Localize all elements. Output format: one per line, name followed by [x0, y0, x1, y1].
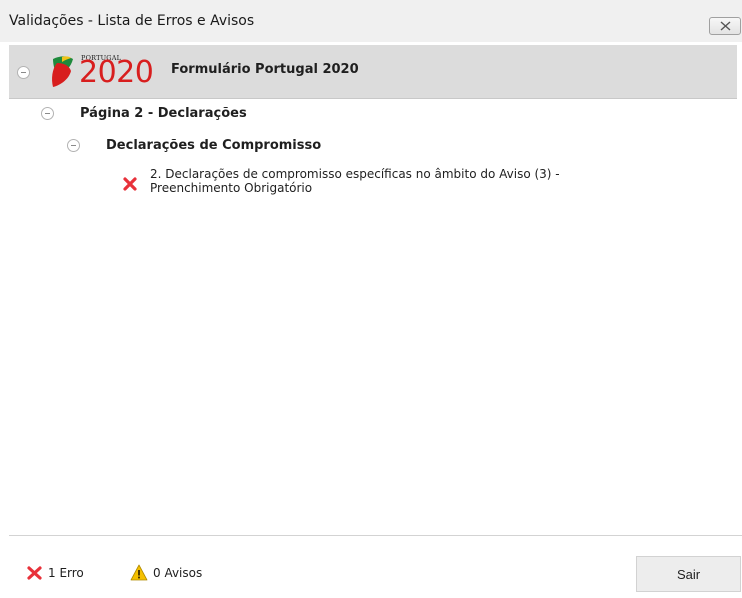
- close-button[interactable]: [709, 17, 741, 35]
- error-x-icon: [27, 566, 42, 580]
- title-bar[interactable]: Validações - Lista de Erros e Avisos: [0, 0, 742, 42]
- collapse-toggle-icon[interactable]: [67, 139, 80, 152]
- collapse-toggle-icon[interactable]: [17, 66, 30, 79]
- warning-triangle-icon: [130, 564, 148, 581]
- tree-section-label[interactable]: Declarações de Compromisso: [106, 138, 321, 153]
- collapse-toggle-icon[interactable]: [41, 107, 54, 120]
- portugal-2020-logo: PORTUGAL 2020: [49, 53, 164, 91]
- tree-root-row[interactable]: PORTUGAL 2020 Formulário Portugal 2020: [9, 45, 737, 98]
- logo-leaf-icon: [52, 56, 73, 87]
- error-message-line1: 2. Declarações de compromisso específica…: [150, 167, 560, 181]
- tree-root-label: Formulário Portugal 2020: [171, 62, 359, 77]
- exit-button[interactable]: Sair: [636, 556, 741, 592]
- error-count-label: 1 Erro: [48, 566, 84, 580]
- error-x-icon: [123, 177, 137, 191]
- error-message-line2: Preenchimento Obrigatório: [150, 181, 313, 195]
- tree-page-label[interactable]: Página 2 - Declarações: [80, 106, 247, 121]
- window-title: Validações - Lista de Erros e Avisos: [9, 13, 255, 29]
- validation-dialog: Validações - Lista de Erros e Avisos POR…: [0, 0, 742, 598]
- warning-count-label: 0 Avisos: [153, 566, 203, 580]
- logo-year: 2020: [79, 55, 154, 90]
- close-icon: [720, 21, 731, 31]
- error-list-item[interactable]: 2. Declarações de compromisso específica…: [122, 167, 602, 203]
- divider: [9, 98, 737, 99]
- error-message: 2. Declarações de compromisso específica…: [150, 167, 600, 195]
- divider: [9, 535, 742, 536]
